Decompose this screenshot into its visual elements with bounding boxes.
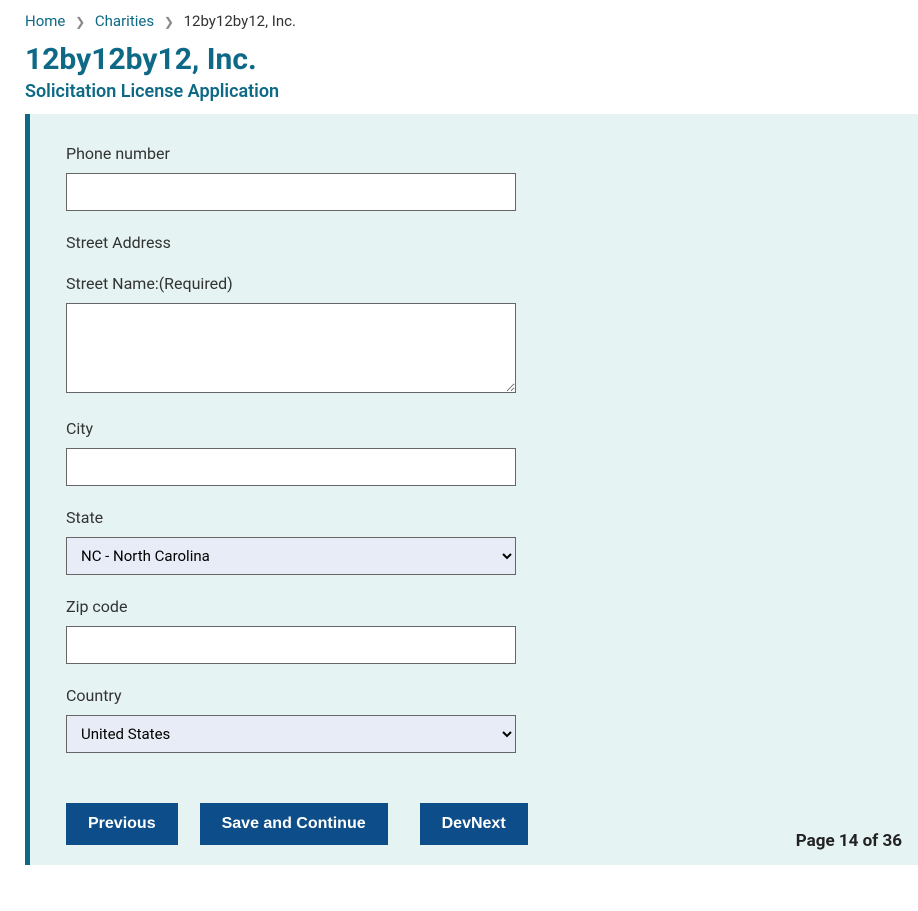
chevron-right-icon: ❯ xyxy=(75,15,85,29)
state-group: State NC - North Carolina xyxy=(66,508,882,575)
country-label: Country xyxy=(66,686,882,705)
state-select[interactable]: NC - North Carolina xyxy=(66,537,516,575)
page-title: 12by12by12, Inc. xyxy=(25,42,893,77)
previous-button[interactable]: Previous xyxy=(66,803,178,845)
state-label: State xyxy=(66,508,882,527)
breadcrumb-current: 12by12by12, Inc. xyxy=(184,12,296,30)
street-address-heading: Street Address xyxy=(66,233,882,252)
country-select[interactable]: United States xyxy=(66,715,516,753)
street-textarea[interactable] xyxy=(66,303,516,393)
street-required: (Required) xyxy=(159,274,233,293)
country-group: Country United States xyxy=(66,686,882,753)
street-label-text: Street Name: xyxy=(66,274,159,293)
form-panel: Phone number Street Address Street Name:… xyxy=(25,114,918,865)
page-subtitle: Solicitation License Application xyxy=(25,81,893,102)
zip-group: Zip code xyxy=(66,597,882,664)
page-header: 12by12by12, Inc. Solicitation License Ap… xyxy=(0,42,918,114)
page-indicator: Page 14 of 36 xyxy=(796,831,902,851)
phone-group: Phone number xyxy=(66,144,882,211)
breadcrumb-home[interactable]: Home xyxy=(25,12,65,30)
city-group: City xyxy=(66,419,882,486)
breadcrumb-charities[interactable]: Charities xyxy=(95,12,154,30)
save-and-continue-button[interactable]: Save and Continue xyxy=(200,803,388,845)
chevron-right-icon: ❯ xyxy=(164,15,174,29)
breadcrumb: Home ❯ Charities ❯ 12by12by12, Inc. xyxy=(0,0,918,42)
zip-label: Zip code xyxy=(66,597,882,616)
phone-label: Phone number xyxy=(66,144,882,163)
devnext-button[interactable]: DevNext xyxy=(420,803,528,845)
button-row: Previous Save and Continue DevNext xyxy=(66,803,882,845)
zip-input[interactable] xyxy=(66,626,516,664)
phone-input[interactable] xyxy=(66,173,516,211)
city-label: City xyxy=(66,419,882,438)
street-label: Street Name:(Required) xyxy=(66,274,882,293)
city-input[interactable] xyxy=(66,448,516,486)
street-group: Street Name:(Required) xyxy=(66,274,882,397)
